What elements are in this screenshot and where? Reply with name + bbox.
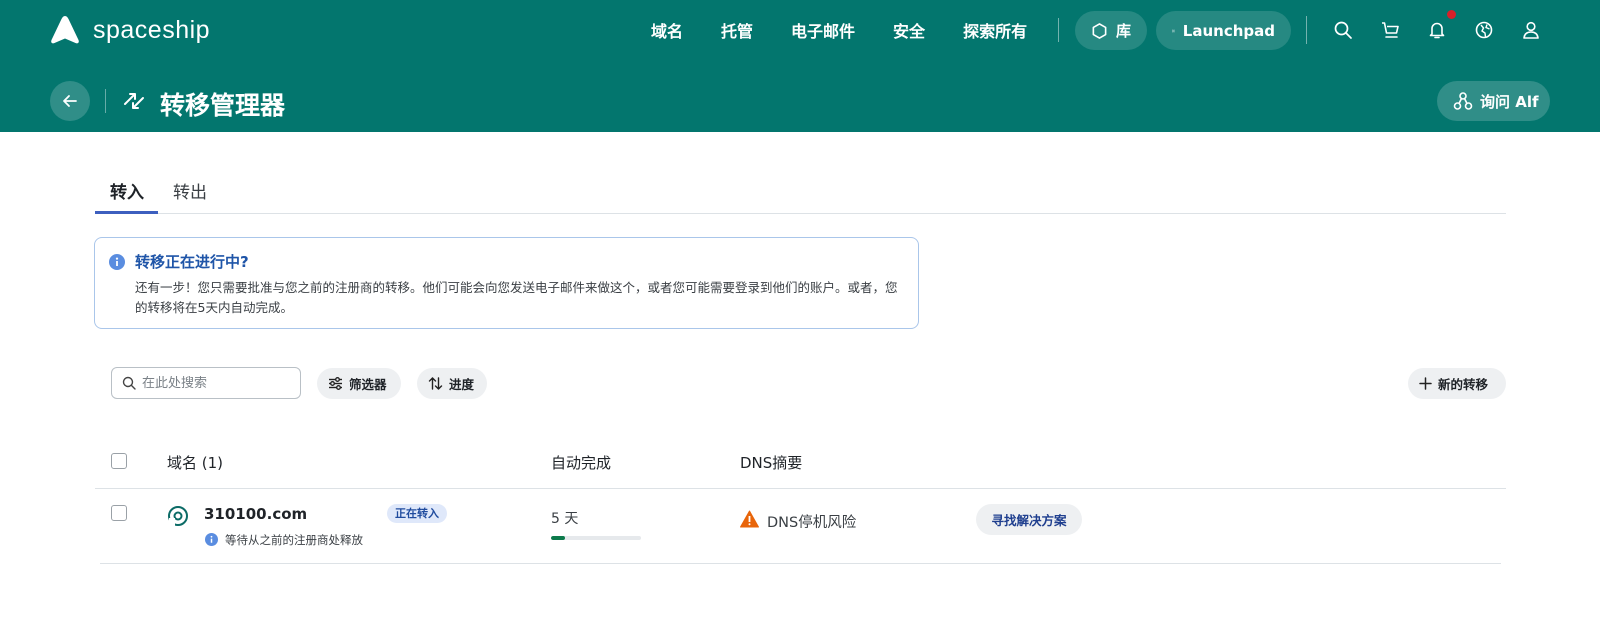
new-transfer-label: 新的转移	[1438, 377, 1489, 392]
column-domain[interactable]: 域名 (1)	[167, 452, 223, 473]
launchpad-label: Launchpad	[1182, 21, 1275, 40]
bell-icon[interactable]	[1426, 19, 1448, 41]
ask-alf-label: 询问 Alf	[1480, 92, 1539, 111]
search-icon[interactable]	[1332, 19, 1354, 41]
arrow-left-icon	[63, 95, 77, 107]
globe-icon[interactable]	[1473, 19, 1495, 41]
table-row: 310100.com 正在转入 等待从之前的注册商处释放 5 天 DNS停机风险…	[100, 490, 1501, 564]
info-icon	[109, 254, 125, 270]
nav-hosting[interactable]: 托管	[721, 18, 753, 42]
nav-divider-right	[1306, 16, 1307, 44]
spaceship-logo-icon	[51, 16, 79, 44]
brand-name: spaceship	[93, 15, 211, 44]
sort-progress-button[interactable]: 进度	[417, 368, 487, 399]
top-header: spaceship 域名 托管 电子邮件 安全 探索所有 库 Launchpad	[0, 0, 1600, 132]
table-header: 域名 (1) 自动完成 DNS摘要	[95, 440, 1506, 489]
dns-status: DNS停机风险	[767, 515, 857, 531]
library-button[interactable]: 库	[1075, 11, 1147, 50]
sliders-icon	[329, 377, 342, 390]
nav-explore-all[interactable]: 探索所有	[963, 18, 1027, 42]
active-tab-indicator	[95, 211, 158, 214]
find-solution-button[interactable]: 寻找解决方案	[976, 504, 1082, 535]
days-remaining: 5 天	[551, 511, 579, 527]
sort-arrows-icon	[428, 377, 443, 390]
notification-dot	[1447, 10, 1456, 19]
progress-label: 进度	[449, 377, 475, 392]
transfer-icon	[124, 93, 144, 109]
header-divider	[105, 89, 106, 113]
search-input[interactable]	[142, 375, 292, 391]
ask-alf-button[interactable]: 询问 Alf	[1437, 81, 1550, 121]
domain-name[interactable]: 310100.com	[204, 505, 307, 523]
select-all-checkbox[interactable]	[111, 453, 127, 469]
filter-label: 筛选器	[349, 377, 387, 392]
nav-domains[interactable]: 域名	[651, 18, 683, 42]
new-transfer-button[interactable]: 新的转移	[1408, 368, 1506, 399]
brand[interactable]: spaceship	[50, 14, 210, 46]
transfer-tabs: 转入 转出	[95, 170, 1506, 214]
notice-body: 还有一步！您只需要批准与您之前的注册商的转移。他们可能会向您发送电子邮件来做这个…	[135, 280, 898, 315]
nav-email[interactable]: 电子邮件	[791, 18, 855, 42]
tab-inbound[interactable]: 转入	[110, 178, 144, 203]
launchpad-button[interactable]: Launchpad	[1156, 11, 1291, 50]
transfer-note: 等待从之前的注册商处释放	[225, 533, 363, 547]
cart-icon[interactable]	[1379, 19, 1401, 41]
notice-title: 转移正在进行中?	[135, 253, 249, 271]
filter-button[interactable]: 筛选器	[317, 368, 401, 399]
library-label: 库	[1115, 22, 1131, 40]
info-icon	[205, 533, 218, 546]
user-icon[interactable]	[1520, 19, 1542, 41]
tab-outbound[interactable]: 转出	[173, 178, 207, 203]
column-dns-summary[interactable]: DNS摘要	[740, 452, 802, 473]
grid-icon	[1172, 29, 1175, 32]
warning-icon	[740, 510, 759, 528]
search-box[interactable]	[111, 367, 301, 399]
main-nav: 域名 托管 电子邮件 安全 探索所有	[651, 18, 1065, 42]
row-checkbox[interactable]	[111, 505, 127, 521]
nav-divider	[1058, 18, 1059, 42]
back-button[interactable]	[50, 81, 90, 121]
auto-complete-progress	[551, 536, 641, 540]
status-badge: 正在转入	[387, 504, 447, 523]
progress-fill	[551, 536, 565, 540]
hexagon-icon	[1092, 22, 1107, 39]
page-title: 转移管理器	[160, 91, 286, 120]
search-icon	[122, 376, 136, 390]
transfer-notice: 转移正在进行中? 还有一步！您只需要批准与您之前的注册商的转移。他们可能会向您发…	[94, 237, 919, 329]
column-auto-complete[interactable]: 自动完成	[551, 452, 611, 473]
plus-icon	[1419, 377, 1432, 390]
nav-security[interactable]: 安全	[893, 18, 925, 42]
alf-icon	[1453, 92, 1473, 110]
transfer-status-icon	[168, 506, 188, 526]
